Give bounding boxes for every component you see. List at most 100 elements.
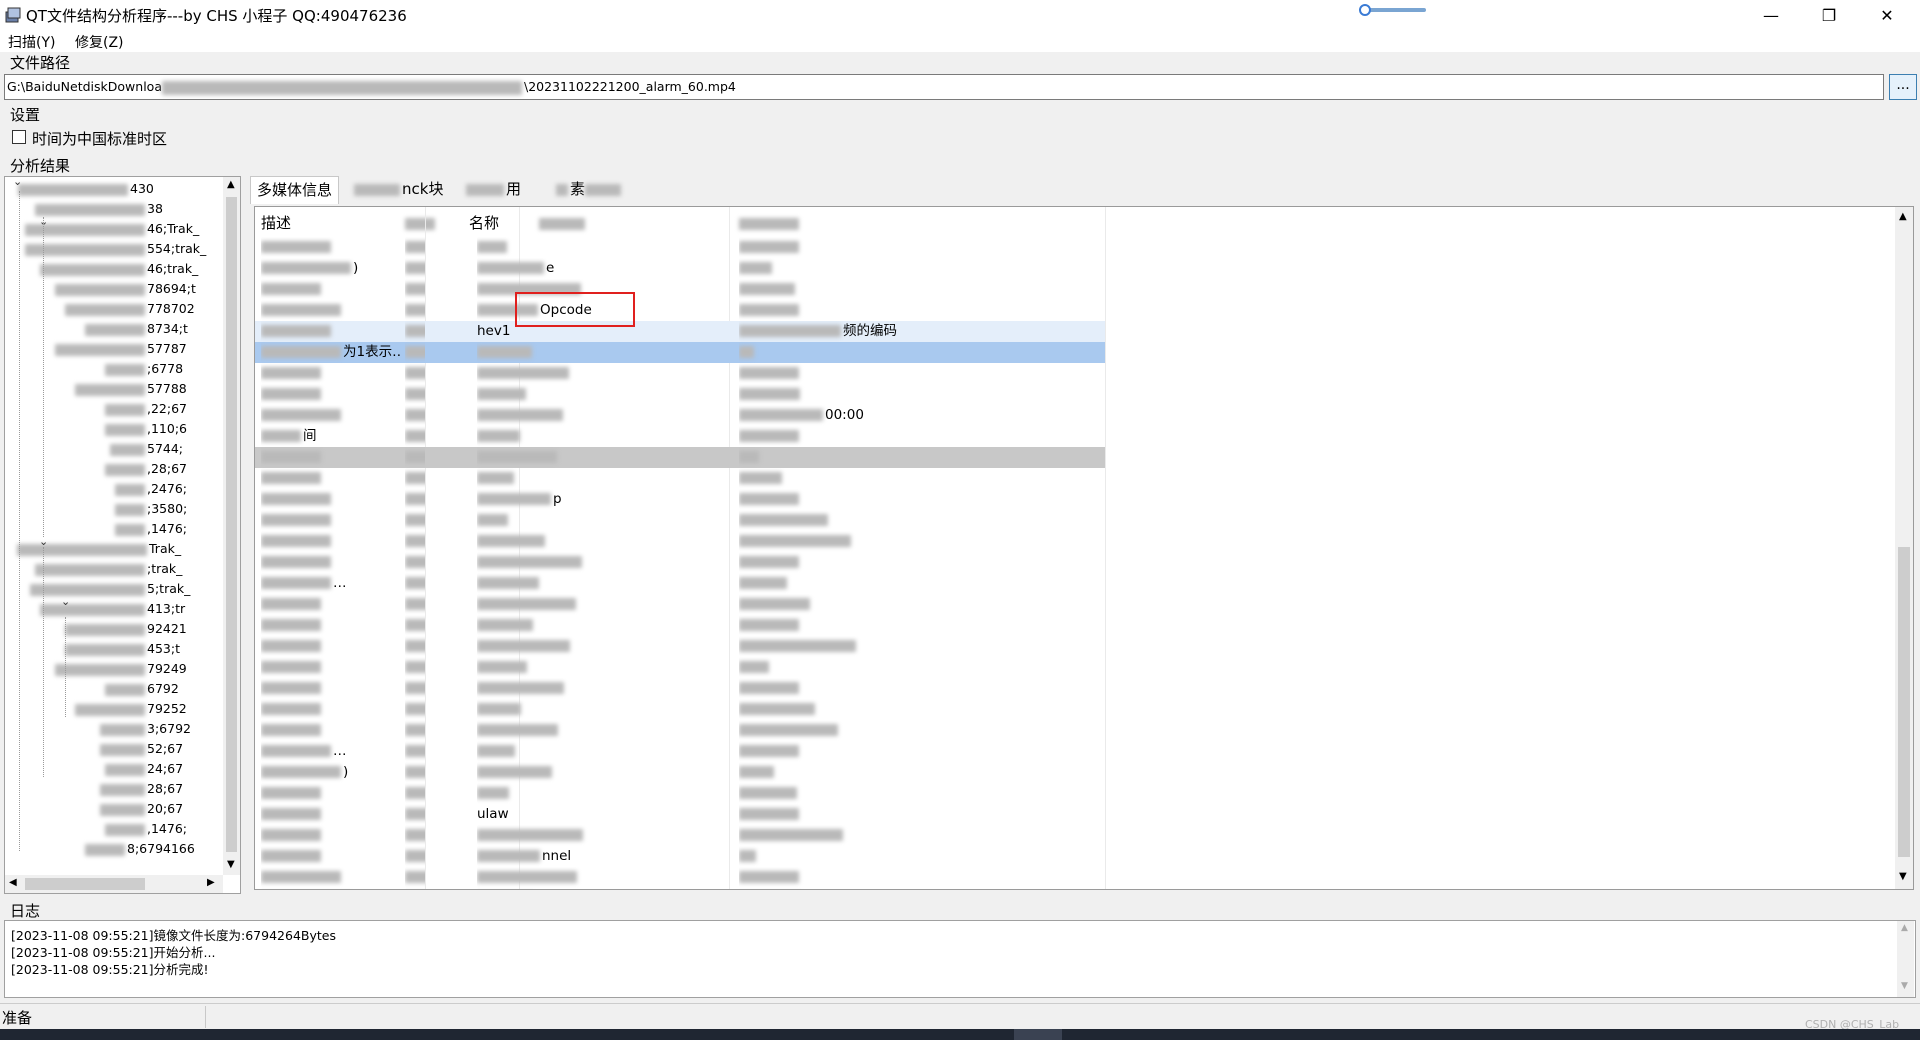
scroll-up-icon[interactable]: ▲ <box>1899 211 1907 222</box>
tree-node[interactable]: 554;trak_ <box>25 239 206 259</box>
table-row[interactable]: Opcode <box>255 300 1105 321</box>
tree-node[interactable]: 778702 <box>65 299 195 319</box>
tab-chunk[interactable]: nck块 <box>348 176 449 204</box>
tree-node[interactable]: 28;67 <box>100 779 183 799</box>
structure-tree[interactable]: 430 ⌄ 38 46;Trak_ ⌄ 554;trak_ 46;trak_ 78694;t 7… <box>4 176 241 894</box>
tree-scroll-thumb[interactable] <box>226 197 237 852</box>
table-row[interactable]: 00:00 <box>255 405 1105 426</box>
column-header-meaning[interactable] <box>739 211 801 235</box>
tab-media-info[interactable]: 多媒体信息 <box>250 176 340 204</box>
tree-node[interactable]: 79249 <box>55 659 187 679</box>
table-vertical-scrollbar[interactable]: ▲ ▼ <box>1895 207 1913 889</box>
table-row[interactable]: p <box>255 489 1105 510</box>
close-button[interactable]: ✕ <box>1858 0 1916 30</box>
scroll-up-icon[interactable]: ▲ <box>1901 923 1908 933</box>
table-row[interactable] <box>255 363 1105 384</box>
table-row[interactable] <box>255 657 1105 678</box>
table-row[interactable] <box>255 678 1105 699</box>
table-row[interactable] <box>255 468 1105 489</box>
tree-node[interactable]: ,22;67 <box>105 399 187 419</box>
table-scroll-thumb[interactable] <box>1898 547 1910 857</box>
table-row[interactable] <box>255 531 1105 552</box>
tree-hscroll-thumb[interactable] <box>25 878 145 890</box>
column-header-value[interactable] <box>539 211 587 235</box>
table-row[interactable] <box>255 825 1105 846</box>
file-path-input[interactable]: G:\BaiduNetdiskDownloa \20231102221200_al… <box>4 74 1884 100</box>
table-row[interactable]: … <box>255 573 1105 594</box>
tree-node[interactable]: ,1476; <box>115 519 187 539</box>
tree-node[interactable]: 430 <box>18 179 154 199</box>
log-vertical-scrollbar[interactable]: ▲ ▼ <box>1897 921 1914 997</box>
scroll-up-icon[interactable]: ▲ <box>227 179 235 190</box>
table-row[interactable]: ) <box>255 762 1105 783</box>
table-row[interactable] <box>255 615 1105 636</box>
table-row[interactable]: nnel <box>255 846 1105 867</box>
table-row[interactable]: … <box>255 741 1105 762</box>
tab-usage[interactable]: 用 <box>460 176 527 204</box>
tree-node[interactable]: 79252 <box>75 699 187 719</box>
column-header-description[interactable]: 描述 <box>261 211 291 235</box>
tree-node[interactable]: 92421 <box>65 619 187 639</box>
scroll-down-icon[interactable]: ▼ <box>1899 871 1907 882</box>
table-row[interactable] <box>255 237 1105 258</box>
tree-node[interactable]: ;trak_ <box>35 559 182 579</box>
table-row[interactable] <box>255 783 1105 804</box>
minimize-button[interactable]: — <box>1742 0 1800 30</box>
scroll-right-icon[interactable]: ▶ <box>207 877 215 888</box>
restore-button[interactable]: ❐ <box>1800 0 1858 30</box>
tree-node[interactable]: ,2476; <box>115 479 187 499</box>
taskbar-item[interactable] <box>1014 1029 1062 1040</box>
table-row[interactable] <box>255 699 1105 720</box>
tree-node[interactable]: ,110;6 <box>105 419 187 439</box>
tree-node[interactable]: 57787 <box>55 339 187 359</box>
tree-node[interactable]: 8;6794166 <box>85 839 195 859</box>
tree-node[interactable]: 46;trak_ <box>40 259 198 279</box>
tree-vertical-scrollbar[interactable]: ▲ ▼ <box>223 177 240 875</box>
log-panel[interactable]: [2023-11-08 09:55:21]镜像文件长度为:6794264Byte… <box>4 920 1916 998</box>
tree-node[interactable]: 3;6792 <box>100 719 191 739</box>
table-row[interactable]: 间 <box>255 426 1105 447</box>
tree-node[interactable]: 20;67 <box>100 799 183 819</box>
chevron-down-icon[interactable]: ⌄ <box>13 177 22 188</box>
table-row[interactable] <box>255 720 1105 741</box>
tree-node[interactable]: ,28;67 <box>105 459 187 479</box>
tree-node[interactable]: 453;t <box>65 639 180 659</box>
browse-button[interactable]: ... <box>1889 74 1917 100</box>
slider-icon[interactable] <box>1358 4 1428 16</box>
tree-node[interactable]: 5;trak_ <box>30 579 190 599</box>
table-row[interactable] <box>255 867 1105 888</box>
tree-node[interactable]: 78694;t <box>55 279 196 299</box>
table-row[interactable] <box>255 636 1105 657</box>
table-row[interactable] <box>255 552 1105 573</box>
scroll-left-icon[interactable]: ◀ <box>9 877 17 888</box>
tree-node[interactable]: 8734;t <box>85 319 188 339</box>
tree-node[interactable]: ;6778 <box>105 359 183 379</box>
tree-node[interactable]: 24;67 <box>105 759 183 779</box>
chevron-down-icon[interactable]: ⌄ <box>61 595 70 608</box>
table-row[interactable] <box>255 384 1105 405</box>
scroll-down-icon[interactable]: ▼ <box>1901 981 1908 991</box>
table-row[interactable]: ulaw <box>255 804 1105 825</box>
table-row[interactable] <box>255 279 1105 300</box>
tree-node[interactable]: 5744; <box>110 439 183 459</box>
tab-element[interactable]: 素 <box>550 176 629 204</box>
table-row[interactable]: ) e <box>255 258 1105 279</box>
tree-node[interactable]: ;3580; <box>115 499 187 519</box>
scroll-down-icon[interactable]: ▼ <box>227 859 235 870</box>
tree-horizontal-scrollbar[interactable]: ◀ ▶ <box>5 875 223 893</box>
table-row[interactable] <box>255 888 1105 889</box>
column-header-name[interactable]: 名称 <box>469 211 499 235</box>
tree-node[interactable]: 46;Trak_ <box>25 219 199 239</box>
table-row[interactable] <box>255 594 1105 615</box>
timezone-checkbox[interactable] <box>12 130 26 144</box>
menu-scan[interactable]: 扫描(Y) <box>8 32 55 52</box>
table-row[interactable] <box>255 510 1105 531</box>
tree-node[interactable]: 52;67 <box>100 739 183 759</box>
timezone-checkbox-label[interactable]: 时间为中国标准时区 <box>32 128 167 149</box>
menu-repair[interactable]: 修复(Z) <box>75 32 124 52</box>
tree-node[interactable]: ,1476; <box>105 819 187 839</box>
tree-node[interactable]: 57788 <box>75 379 187 399</box>
table-row[interactable] <box>255 447 1105 468</box>
media-info-table[interactable]: 描述 名称 ) e Opcode hev1 频的编码 为1表示… 00:00 间 p……) ula… <box>254 206 1914 890</box>
tree-node[interactable]: 6792 <box>105 679 179 699</box>
